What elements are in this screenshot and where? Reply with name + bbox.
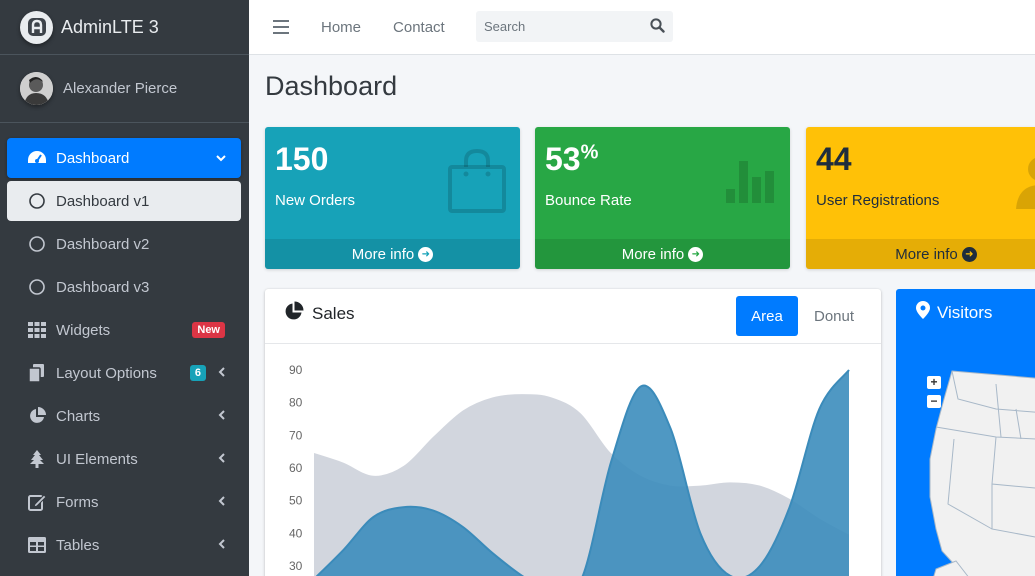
stat-value: 44 [816, 141, 852, 177]
y-tick-label: 60 [289, 461, 303, 475]
stat-box-bounce: 53% Bounce Rate More info ➜ [535, 127, 790, 269]
avatar [20, 72, 53, 105]
stat-caption: User Registrations [816, 192, 940, 209]
bar-chart-icon [726, 157, 776, 210]
visitors-card: Visitors + − [896, 289, 1035, 576]
search-icon[interactable] [650, 18, 665, 38]
y-tick-label: 80 [289, 396, 303, 410]
tree-icon [27, 449, 47, 469]
hamburger-menu-icon[interactable] [273, 20, 289, 34]
search-input[interactable] [476, 11, 636, 42]
sidebar-item-label: Charts [56, 407, 101, 425]
sidebar-item-dashboard-v3[interactable]: Dashboard v3 [7, 267, 241, 307]
map-marker-icon [916, 301, 930, 324]
user-plus-icon [1016, 155, 1035, 216]
sidebar-item-label: Layout Options [56, 364, 157, 382]
circle-icon [27, 191, 47, 211]
chevron-left-icon [217, 365, 227, 382]
more-info-link[interactable]: More info ➜ [265, 239, 520, 269]
sidebar-item-label: Dashboard v3 [56, 278, 150, 296]
tab-area[interactable]: Area [736, 296, 798, 336]
sidebar-item-label: UI Elements [56, 450, 138, 468]
stat-caption: Bounce Rate [545, 192, 632, 209]
sales-card-header: Sales Area Donut [265, 289, 881, 344]
sidebar-item-forms[interactable]: Forms [7, 482, 241, 522]
sidebar-nav: Dashboard Dashboard v1 Dashboard v2 Dash… [0, 123, 249, 565]
chevron-left-icon [217, 451, 227, 468]
arrow-circle-right-icon: ➜ [961, 246, 977, 262]
sidebar-item-tables[interactable]: Tables [7, 525, 241, 565]
sidebar-item-label: Tables [56, 536, 100, 554]
y-tick-label: 70 [289, 428, 303, 442]
shopping-bag-icon [446, 147, 508, 218]
visitors-title-text: Visitors [937, 302, 993, 322]
visitors-card-title: Visitors [916, 301, 992, 324]
brand[interactable]: AdminLTE 3 [0, 0, 249, 55]
arrow-circle-right-icon: ➜ [418, 246, 434, 262]
tab-donut[interactable]: Donut [803, 296, 865, 336]
sidebar-item-layout-options[interactable]: Layout Options 6 [7, 353, 241, 393]
copy-icon [27, 363, 47, 383]
sidebar-item-dashboard-v2[interactable]: Dashboard v2 [7, 224, 241, 264]
map-zoom-out-button[interactable]: − [927, 395, 941, 408]
sidebar-item-charts[interactable]: Charts [7, 396, 241, 436]
more-info-link[interactable]: More info ➜ [535, 239, 790, 269]
chevron-down-icon [215, 150, 227, 167]
sidebar: AdminLTE 3 Alexander Pierce Dashboard Da… [0, 0, 249, 576]
chevron-left-icon [217, 537, 227, 554]
user-panel[interactable]: Alexander Pierce [0, 55, 249, 123]
y-tick-label: 90 [289, 363, 303, 377]
map-zoom-in-button[interactable]: + [927, 376, 941, 389]
brand-logo-icon [20, 10, 53, 44]
y-tick-label: 40 [289, 526, 303, 540]
arrow-circle-right-icon: ➜ [688, 246, 704, 262]
sales-area-chart: 90 80 70 60 50 40 30 [289, 363, 850, 576]
y-tick-label: 30 [289, 559, 303, 573]
stat-value: 53% [545, 141, 599, 177]
sidebar-item-dashboard-v1[interactable]: Dashboard v1 [7, 181, 241, 221]
stat-box-registrations: 44 User Registrations More info ➜ [806, 127, 1035, 269]
stat-value: 150 [275, 141, 329, 177]
search-form [476, 11, 673, 42]
user-name: Alexander Pierce [63, 80, 178, 97]
sales-title-text: Sales [312, 303, 355, 323]
stat-box-orders: 150 New Orders More info ➜ [265, 127, 520, 269]
th-icon [27, 320, 47, 340]
nav-link-home[interactable]: Home [321, 19, 361, 36]
brand-name: AdminLTE 3 [61, 16, 159, 37]
sidebar-item-ui-elements[interactable]: UI Elements [7, 439, 241, 479]
sales-card: Sales Area Donut 90 80 70 60 50 40 30 [265, 289, 881, 576]
pie-chart-icon [284, 301, 304, 326]
top-navbar: Home Contact [249, 0, 1035, 55]
circle-icon [27, 277, 47, 297]
stat-caption: New Orders [275, 192, 356, 209]
chevron-left-icon [217, 494, 227, 511]
count-badge: 6 [189, 365, 206, 381]
tachometer-icon [27, 148, 47, 168]
y-tick-label: 50 [289, 494, 303, 508]
chevron-left-icon [217, 408, 227, 425]
new-badge: New [192, 322, 225, 338]
more-info-label: More info [895, 245, 958, 263]
sidebar-item-label: Dashboard [56, 149, 130, 167]
sidebar-item-label: Forms [56, 493, 99, 511]
more-info-label: More info [351, 245, 415, 263]
pie-chart-icon [27, 406, 47, 426]
table-icon [27, 535, 47, 555]
page-title: Dashboard [265, 71, 398, 101]
circle-icon [27, 234, 47, 254]
sidebar-item-dashboard[interactable]: Dashboard [7, 138, 241, 178]
more-info-link[interactable]: More info ➜ [806, 239, 1035, 269]
nav-link-contact[interactable]: Contact [393, 19, 445, 36]
usa-map [929, 370, 1035, 576]
sidebar-item-widgets[interactable]: Widgets New [7, 310, 241, 350]
sales-card-title: Sales [284, 301, 355, 326]
sidebar-item-label: Dashboard v1 [56, 192, 150, 210]
more-info-label: More info [621, 245, 685, 263]
sidebar-item-label: Dashboard v2 [56, 235, 150, 253]
edit-icon [27, 492, 47, 512]
